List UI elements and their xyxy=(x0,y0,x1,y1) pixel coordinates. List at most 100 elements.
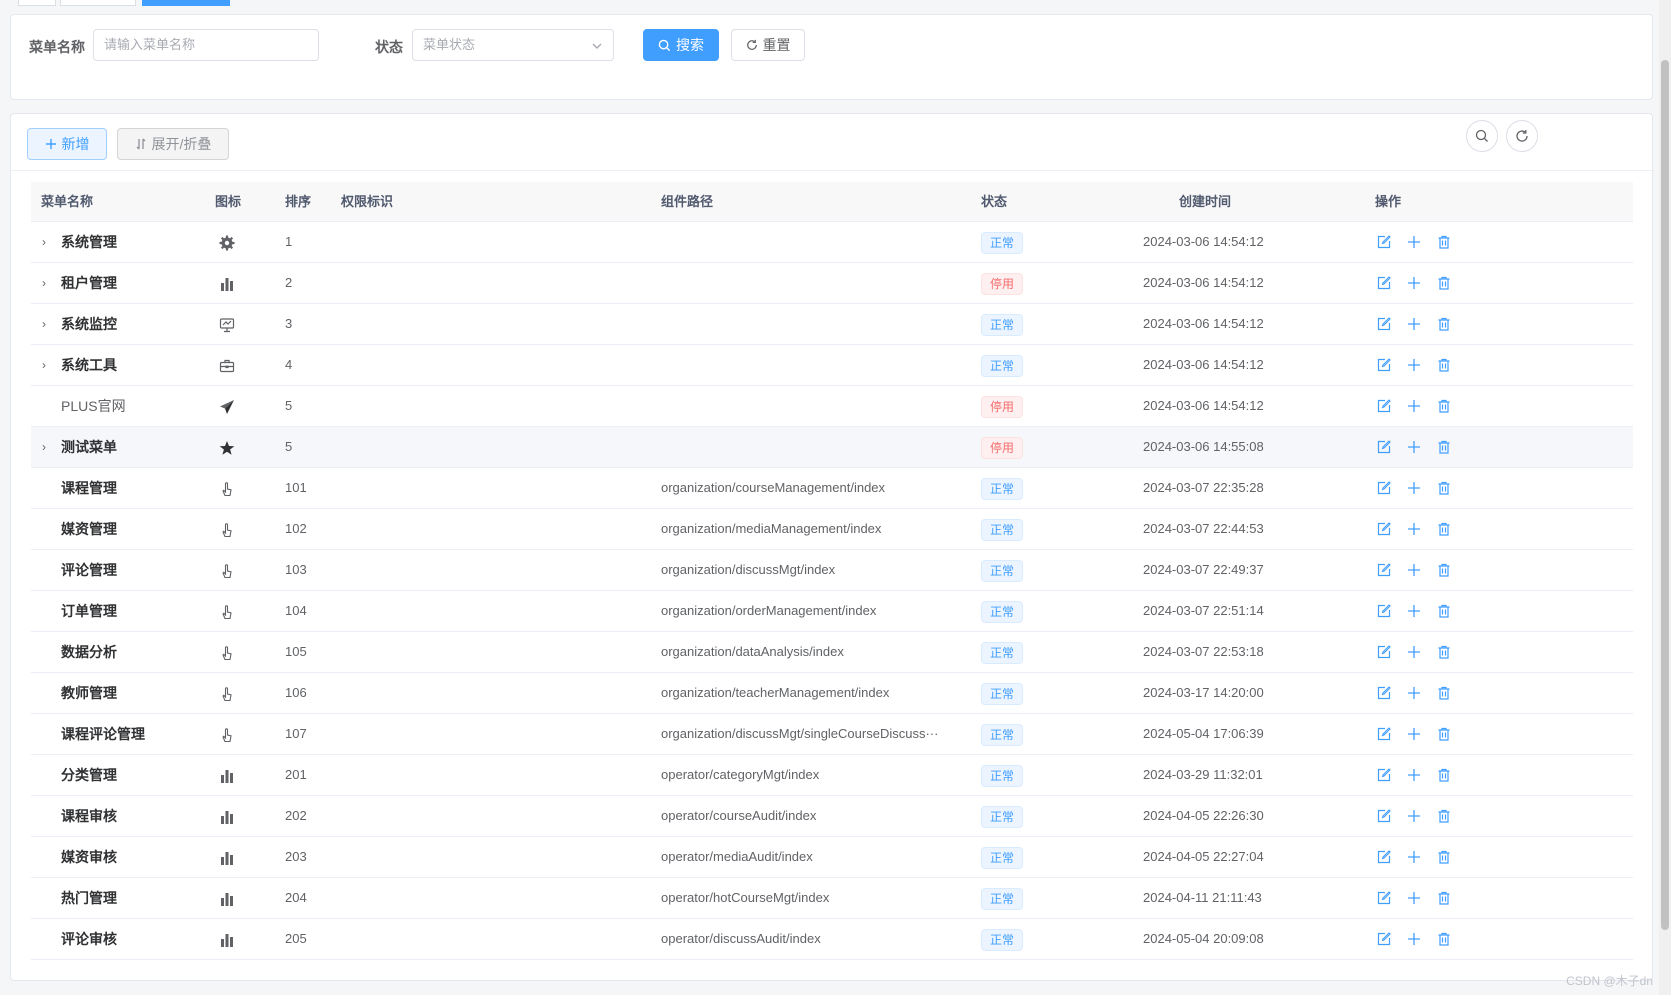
delete-icon[interactable] xyxy=(1436,275,1452,291)
plus-icon[interactable] xyxy=(1406,808,1422,824)
table-row[interactable]: 媒资管理 102 organization/mediaManagement/inde… xyxy=(31,509,1633,550)
delete-icon[interactable] xyxy=(1436,849,1452,865)
delete-icon[interactable] xyxy=(1436,890,1452,906)
edit-icon[interactable] xyxy=(1376,931,1392,947)
delete-icon[interactable] xyxy=(1436,685,1452,701)
delete-icon[interactable] xyxy=(1436,767,1452,783)
expand-arrow-icon[interactable]: › xyxy=(42,222,46,262)
expand-collapse-label: 展开/折叠 xyxy=(151,136,212,152)
plus-icon[interactable] xyxy=(1406,275,1422,291)
delete-icon[interactable] xyxy=(1436,480,1452,496)
expand-arrow-icon[interactable]: › xyxy=(42,345,46,385)
delete-icon[interactable] xyxy=(1436,398,1452,414)
edit-icon[interactable] xyxy=(1376,562,1392,578)
expand-arrow-icon[interactable]: › xyxy=(42,304,46,344)
table-row[interactable]: 媒资审核 203 operator/mediaAudit/index 正常 2024-0… xyxy=(31,837,1633,878)
header-menu-name: 菜单名称 xyxy=(41,194,94,209)
table-row[interactable]: 评论管理 103 organization/discussMgt/index 正常 20… xyxy=(31,550,1633,591)
plus-icon[interactable] xyxy=(1406,398,1422,414)
edit-icon[interactable] xyxy=(1376,767,1392,783)
edit-icon[interactable] xyxy=(1376,644,1392,660)
scrollbar-thumb[interactable] xyxy=(1661,60,1669,930)
table-row[interactable]: 数据分析 105 organization/dataAnalysis/index 正常… xyxy=(31,632,1633,673)
expand-arrow-icon[interactable]: › xyxy=(42,427,46,467)
delete-icon[interactable] xyxy=(1436,808,1452,824)
edit-icon[interactable] xyxy=(1376,275,1392,291)
refresh-table-button[interactable] xyxy=(1506,120,1538,152)
search-button[interactable]: 搜索 xyxy=(643,29,719,61)
table-row[interactable]: 订单管理 104 organization/orderManagement/inde… xyxy=(31,591,1633,632)
cell-component-path: organization/mediaManagement/index xyxy=(661,521,882,536)
delete-icon[interactable] xyxy=(1436,316,1452,332)
table-row[interactable]: 课程审核 202 operator/courseAudit/index 正常 2024-… xyxy=(31,796,1633,837)
table-row[interactable]: › 系统工具 4 正常 2024-03-06 14:54:12 xyxy=(31,345,1633,386)
table-row[interactable]: 课程管理 101 organization/courseManagement/ind… xyxy=(31,468,1633,509)
cell-component-path: organization/courseManagement/index xyxy=(661,480,886,495)
delete-icon[interactable] xyxy=(1436,439,1452,455)
edit-icon[interactable] xyxy=(1376,603,1392,619)
edit-icon[interactable] xyxy=(1376,521,1392,537)
menu-table-card: 新增 展开/折叠 菜单名称 图标 排序 权限标识 组件路径 状态 创建时间 操作… xyxy=(10,113,1654,981)
tab[interactable] xyxy=(60,0,136,6)
delete-icon[interactable] xyxy=(1436,521,1452,537)
gear-icon xyxy=(219,235,235,251)
table-row[interactable]: › 租户管理 2 停用 2024-03-06 14:54:12 xyxy=(31,263,1633,304)
tab-active[interactable] xyxy=(142,0,230,6)
plus-icon[interactable] xyxy=(1406,726,1422,742)
cell-menu-name: 课程审核 xyxy=(61,808,117,824)
delete-icon[interactable] xyxy=(1436,234,1452,250)
plus-icon[interactable] xyxy=(1406,644,1422,660)
edit-icon[interactable] xyxy=(1376,726,1392,742)
plus-icon[interactable] xyxy=(1406,931,1422,947)
bar-chart-icon xyxy=(221,278,233,291)
delete-icon[interactable] xyxy=(1436,644,1452,660)
toggle-search-button[interactable] xyxy=(1466,120,1498,152)
table-row[interactable]: 教师管理 106 organization/teacherManagement/in… xyxy=(31,673,1633,714)
cell-created-time: 2024-05-04 20:09:08 xyxy=(1143,931,1264,946)
plus-icon[interactable] xyxy=(1406,480,1422,496)
table-row[interactable]: › 系统监控 3 正常 2024-03-06 14:54:12 xyxy=(31,304,1633,345)
edit-icon[interactable] xyxy=(1376,890,1392,906)
table-row[interactable]: › 测试菜单 5 停用 2024-03-06 14:55:08 xyxy=(31,427,1633,468)
edit-icon[interactable] xyxy=(1376,849,1392,865)
plus-icon[interactable] xyxy=(1406,562,1422,578)
tab[interactable] xyxy=(18,0,56,6)
table-row[interactable]: 评论审核 205 operator/discussAudit/index 正常 2024… xyxy=(31,919,1633,960)
menu-name-input[interactable]: 请输入菜单名称 xyxy=(93,29,319,61)
plus-icon[interactable] xyxy=(1406,316,1422,332)
delete-icon[interactable] xyxy=(1436,931,1452,947)
reset-button[interactable]: 重置 xyxy=(731,29,805,61)
delete-icon[interactable] xyxy=(1436,603,1452,619)
expand-collapse-button[interactable]: 展开/折叠 xyxy=(117,128,229,160)
plus-icon[interactable] xyxy=(1406,234,1422,250)
edit-icon[interactable] xyxy=(1376,480,1392,496)
plus-icon[interactable] xyxy=(1406,439,1422,455)
plus-icon[interactable] xyxy=(1406,521,1422,537)
status-select[interactable]: 菜单状态 xyxy=(412,29,614,61)
edit-icon[interactable] xyxy=(1376,357,1392,373)
table-row[interactable]: › 系统管理 1 正常 2024-03-06 14:54:12 xyxy=(31,222,1633,263)
delete-icon[interactable] xyxy=(1436,562,1452,578)
watermark: CSDN @木子dn xyxy=(1566,974,1653,988)
plus-icon[interactable] xyxy=(1406,685,1422,701)
plus-icon[interactable] xyxy=(1406,849,1422,865)
edit-icon[interactable] xyxy=(1376,234,1392,250)
edit-icon[interactable] xyxy=(1376,316,1392,332)
plus-icon[interactable] xyxy=(1406,890,1422,906)
table-row[interactable]: 热门管理 204 operator/hotCourseMgt/index 正常 2024… xyxy=(31,878,1633,919)
delete-icon[interactable] xyxy=(1436,357,1452,373)
page-scrollbar[interactable] xyxy=(1659,0,1671,995)
plus-icon[interactable] xyxy=(1406,767,1422,783)
edit-icon[interactable] xyxy=(1376,439,1392,455)
edit-icon[interactable] xyxy=(1376,808,1392,824)
plus-icon[interactable] xyxy=(1406,603,1422,619)
edit-icon[interactable] xyxy=(1376,685,1392,701)
delete-icon[interactable] xyxy=(1436,726,1452,742)
table-row[interactable]: 课程评论管理 107 organization/discussMgt/singleC… xyxy=(31,714,1633,755)
add-button[interactable]: 新增 xyxy=(27,128,107,160)
plus-icon[interactable] xyxy=(1406,357,1422,373)
table-row[interactable]: 分类管理 201 operator/categoryMgt/index 正常 2024-… xyxy=(31,755,1633,796)
edit-icon[interactable] xyxy=(1376,398,1392,414)
table-row[interactable]: PLUS官网 5 停用 2024-03-06 14:54:12 xyxy=(31,386,1633,427)
expand-arrow-icon[interactable]: › xyxy=(42,263,46,303)
